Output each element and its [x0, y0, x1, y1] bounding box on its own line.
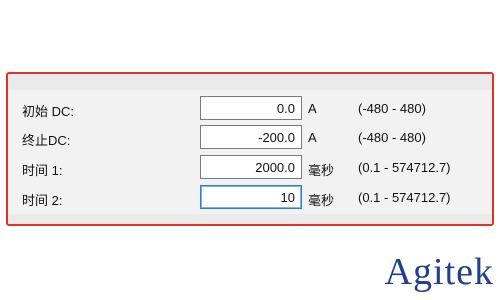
final-dc-label: 终止DC: [22, 133, 71, 148]
panel-body: 初始 DC: A (-480 - 480) 终止DC: A (-480 - 48… [8, 90, 492, 214]
panel-top-bar [8, 74, 492, 90]
initial-dc-unit: A [308, 101, 317, 116]
time-1-label: 时间 1: [22, 163, 63, 178]
time-1-input[interactable] [200, 155, 302, 179]
time-2-label: 时间 2: [22, 193, 63, 208]
settings-panel: 初始 DC: A (-480 - 480) 终止DC: A (-480 - 48… [6, 72, 494, 226]
initial-dc-label: 初始 DC: [22, 104, 75, 119]
time-2-range: (0.1 - 574712.7) [358, 190, 451, 205]
time-1-row: 时间 1: 毫秒 (0.1 - 574712.7) [8, 155, 492, 181]
panel-bottom-bar [8, 214, 492, 224]
time-2-unit: 毫秒 [308, 193, 335, 208]
time-1-unit: 毫秒 [308, 163, 335, 178]
time-1-range: (0.1 - 574712.7) [358, 160, 451, 175]
final-dc-input[interactable] [200, 125, 302, 149]
time-2-input[interactable] [200, 185, 302, 209]
final-dc-row: 终止DC: A (-480 - 480) [8, 125, 492, 151]
agitek-logo: Agitek [384, 251, 494, 293]
final-dc-unit: A [308, 130, 317, 145]
initial-dc-input[interactable] [200, 96, 302, 120]
initial-dc-row: 初始 DC: A (-480 - 480) [8, 96, 492, 122]
initial-dc-range: (-480 - 480) [358, 101, 426, 116]
final-dc-range: (-480 - 480) [358, 130, 426, 145]
time-2-row: 时间 2: 毫秒 (0.1 - 574712.7) [8, 185, 492, 211]
